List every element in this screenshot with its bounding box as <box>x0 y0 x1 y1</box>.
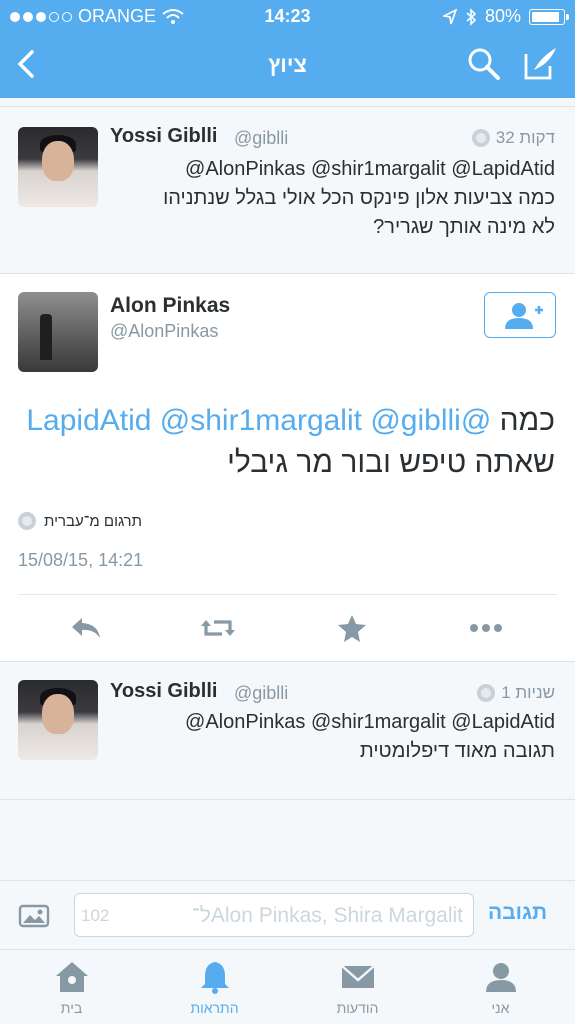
divider <box>18 594 557 595</box>
tab-label: הודעות <box>336 1000 379 1016</box>
tab-home[interactable]: בית <box>0 950 143 1024</box>
star-icon[interactable] <box>334 612 370 644</box>
user-icon <box>485 963 516 992</box>
avatar[interactable] <box>18 680 98 760</box>
tweet-text-line: תגובה מאוד דיפלומטית <box>359 740 555 762</box>
avatar[interactable] <box>18 127 98 207</box>
tweet-mentions: @AlonPinkas @shir1margalit @LapidAtid <box>185 711 555 733</box>
translate-label[interactable]: תרגום מ־עברית <box>44 513 142 530</box>
tab-notifications[interactable]: התראות <box>143 950 286 1024</box>
tweet-time: 1 שניות <box>477 683 555 703</box>
tab-bar: בית התראות הודעות אני <box>0 950 575 1024</box>
globe-icon <box>18 512 36 530</box>
tweet-author-name[interactable]: Yossi Giblli <box>110 125 217 148</box>
reply-placeholder: ל־Alon Pinkas, Shira Margalit <box>191 904 463 927</box>
tab-label: התראות <box>190 1000 239 1016</box>
reply-button[interactable]: תגובה <box>488 901 547 925</box>
tab-messages[interactable]: הודעות <box>286 950 429 1024</box>
search-icon[interactable] <box>466 46 502 82</box>
tweet-actions <box>0 608 575 648</box>
compose-icon[interactable] <box>522 44 560 82</box>
avatar[interactable] <box>18 292 98 372</box>
reply-icon[interactable] <box>68 612 104 644</box>
reply-input[interactable]: 102 ל־Alon Pinkas, Shira Margalit <box>74 893 474 937</box>
bluetooth-icon <box>466 7 477 26</box>
mention-link[interactable]: @giblli <box>370 404 460 437</box>
more-icon[interactable] <box>468 612 504 644</box>
bell-icon <box>200 962 229 994</box>
image-icon[interactable] <box>18 903 50 929</box>
tweet-text: @AlonPinkas @shir1margalit @LapidAtid כמ… <box>115 155 555 242</box>
tweet-author-handle[interactable]: @AlonPinkas <box>110 321 218 342</box>
tweet-author-name[interactable]: Yossi Giblli <box>110 680 217 703</box>
tweet-mentions: @AlonPinkas @shir1margalit @LapidAtid <box>185 158 555 180</box>
status-bar: ORANGE 14:23 80% <box>0 0 575 32</box>
follow-button[interactable] <box>484 292 556 338</box>
tweet-author-name[interactable]: Alon Pinkas <box>110 294 230 318</box>
globe-icon <box>477 684 496 702</box>
tweet-text-line: לא מינה אותך שגריר? <box>373 216 555 238</box>
tweet-author-handle[interactable]: @giblli <box>234 683 288 704</box>
reply-tweet-above[interactable]: Yossi Giblli @giblli 32 דקות @AlonPinkas… <box>0 106 575 274</box>
retweet-icon[interactable] <box>200 612 236 644</box>
envelope-icon <box>340 965 375 988</box>
tab-me[interactable]: אני <box>429 950 572 1024</box>
reply-composer: 102 ל־Alon Pinkas, Shira Margalit תגובה <box>0 880 575 950</box>
tweet-time: 32 דקות <box>471 128 555 148</box>
tweet-text-line: שאתה טיפש ובור מר גיבלי <box>227 446 555 479</box>
mention-link[interactable]: @shir1margalit <box>160 404 362 437</box>
tweet-text-word: כמה <box>499 404 555 437</box>
location-arrow-icon <box>442 8 457 24</box>
tweet-time-label: 32 דקות <box>495 128 555 147</box>
char-count: 102 <box>81 906 110 925</box>
tweet-date: 15/08/15, 14:21 <box>18 550 144 570</box>
main-tweet: Alon Pinkas @AlonPinkas כמה @LapidAtid @… <box>0 274 575 662</box>
reply-tweet-below[interactable]: Yossi Giblli @giblli 1 שניות @AlonPinkas… <box>0 662 575 800</box>
tweet-text: @AlonPinkas @shir1margalit @LapidAtid תג… <box>115 708 555 766</box>
battery-icon <box>529 8 569 25</box>
add-user-icon <box>505 303 543 329</box>
tweet-text-line: כמה צביעות אלון פינקס הכל אולי בגלל שנתנ… <box>163 187 555 209</box>
home-icon <box>55 962 88 992</box>
tweet-text: כמה @LapidAtid @shir1margalit @giblli שא… <box>15 400 555 484</box>
tab-label: בית <box>60 1000 83 1016</box>
translate-link[interactable]: תרגום מ־עברית <box>18 512 142 530</box>
tweet-time-label: 1 שניות <box>501 683 555 702</box>
battery-percent: 80% <box>484 6 521 26</box>
tweet-author-handle[interactable]: @giblli <box>234 128 288 149</box>
tab-label: אני <box>491 1000 510 1016</box>
globe-icon <box>471 129 490 147</box>
app-header: ORANGE 14:23 80% ציוץ <box>0 0 575 98</box>
